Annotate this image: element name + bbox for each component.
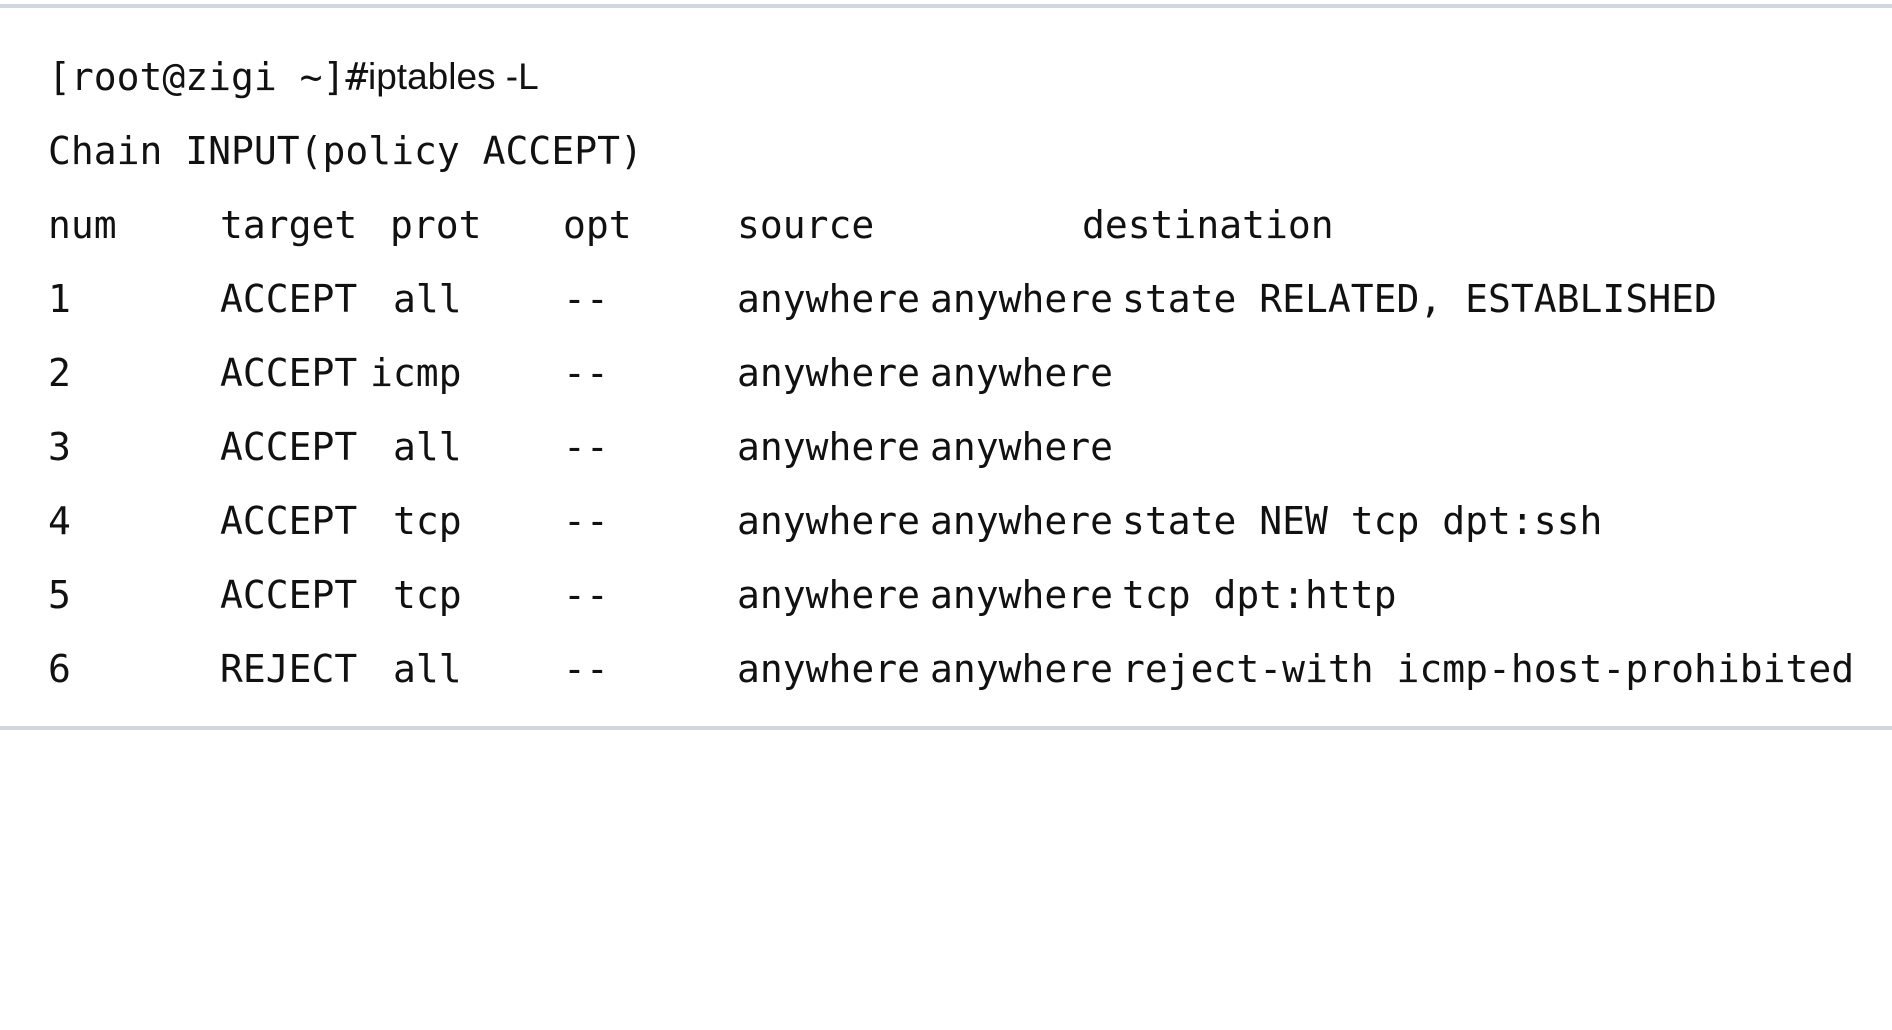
rule-row: 5 ACCEPT tcp -- anywhere anywhere tcp dp… [48,560,1397,634]
rule-prot: tcp [393,499,462,543]
rule-source: anywhere [737,277,921,321]
rule-num: 1 [48,277,71,321]
rule-extra: state NEW tcp dpt:ssh [1122,499,1603,543]
rule-source: anywhere [737,499,921,543]
rule-target: ACCEPT [220,499,358,543]
rule-num: 4 [48,499,71,543]
terminal-output: [root@zigi ~]# iptables -L Chain INPUT(p… [48,42,1854,708]
rule-num: 3 [48,425,71,469]
top-divider [0,4,1892,8]
rule-destination: anywhere [930,647,1114,691]
rule-row: 1 ACCEPT all -- anywhere anywhere state … [48,264,1717,338]
rule-extra: tcp dpt:http [1122,573,1397,617]
column-header-row: num target prot opt source destination [48,190,1334,264]
chain-header: Chain INPUT(policy ACCEPT) [48,129,643,173]
shell-prompt: [root@zigi ~]# [48,55,369,99]
rule-num: 2 [48,351,71,395]
rule-source: anywhere [737,573,921,617]
rule-row: 2 ACCEPT icmp -- anywhere anywhere [48,338,1113,412]
column-header-prot: prot [390,203,482,247]
rule-row: 3 ACCEPT all -- anywhere anywhere [48,412,1113,486]
rule-prot: icmp [370,351,462,395]
rule-row: 4 ACCEPT tcp -- anywhere anywhere state … [48,486,1602,560]
rule-extra: state RELATED, ESTABLISHED [1122,277,1717,321]
rule-prot: all [393,277,462,321]
prompt-line: [root@zigi ~]# iptables -L [48,42,539,116]
rule-opt: -- [563,277,609,321]
rule-source: anywhere [737,351,921,395]
column-header-source: source [737,203,875,247]
rule-opt: -- [563,573,609,617]
bottom-divider [0,726,1892,730]
shell-command: iptables -L [368,56,539,97]
rule-target: ACCEPT [220,351,358,395]
rule-target: REJECT [220,647,358,691]
rule-target: ACCEPT [220,277,358,321]
rule-num: 5 [48,573,71,617]
rule-destination: anywhere [930,277,1114,321]
rule-opt: -- [563,425,609,469]
rule-num: 6 [48,647,71,691]
rule-source: anywhere [737,647,921,691]
rule-target: ACCEPT [220,573,358,617]
chain-header-line: Chain INPUT(policy ACCEPT) [48,116,643,190]
rule-prot: all [393,425,462,469]
rule-source: anywhere [737,425,921,469]
rule-opt: -- [563,647,609,691]
column-header-destination: destination [1082,203,1334,247]
rule-destination: anywhere [930,351,1114,395]
rule-opt: -- [563,351,609,395]
rule-opt: -- [563,499,609,543]
column-header-num: num [48,203,117,247]
column-header-opt: opt [563,203,632,247]
rule-extra: reject-with icmp-host-prohibited [1122,647,1855,691]
column-header-target: target [220,203,358,247]
rule-destination: anywhere [930,499,1114,543]
rule-prot: tcp [393,573,462,617]
rule-row: 6 REJECT all -- anywhere anywhere reject… [48,634,1854,708]
rule-destination: anywhere [930,425,1114,469]
rule-target: ACCEPT [220,425,358,469]
rule-destination: anywhere [930,573,1114,617]
rule-prot: all [393,647,462,691]
terminal-frame: [root@zigi ~]# iptables -L Chain INPUT(p… [0,0,1892,736]
